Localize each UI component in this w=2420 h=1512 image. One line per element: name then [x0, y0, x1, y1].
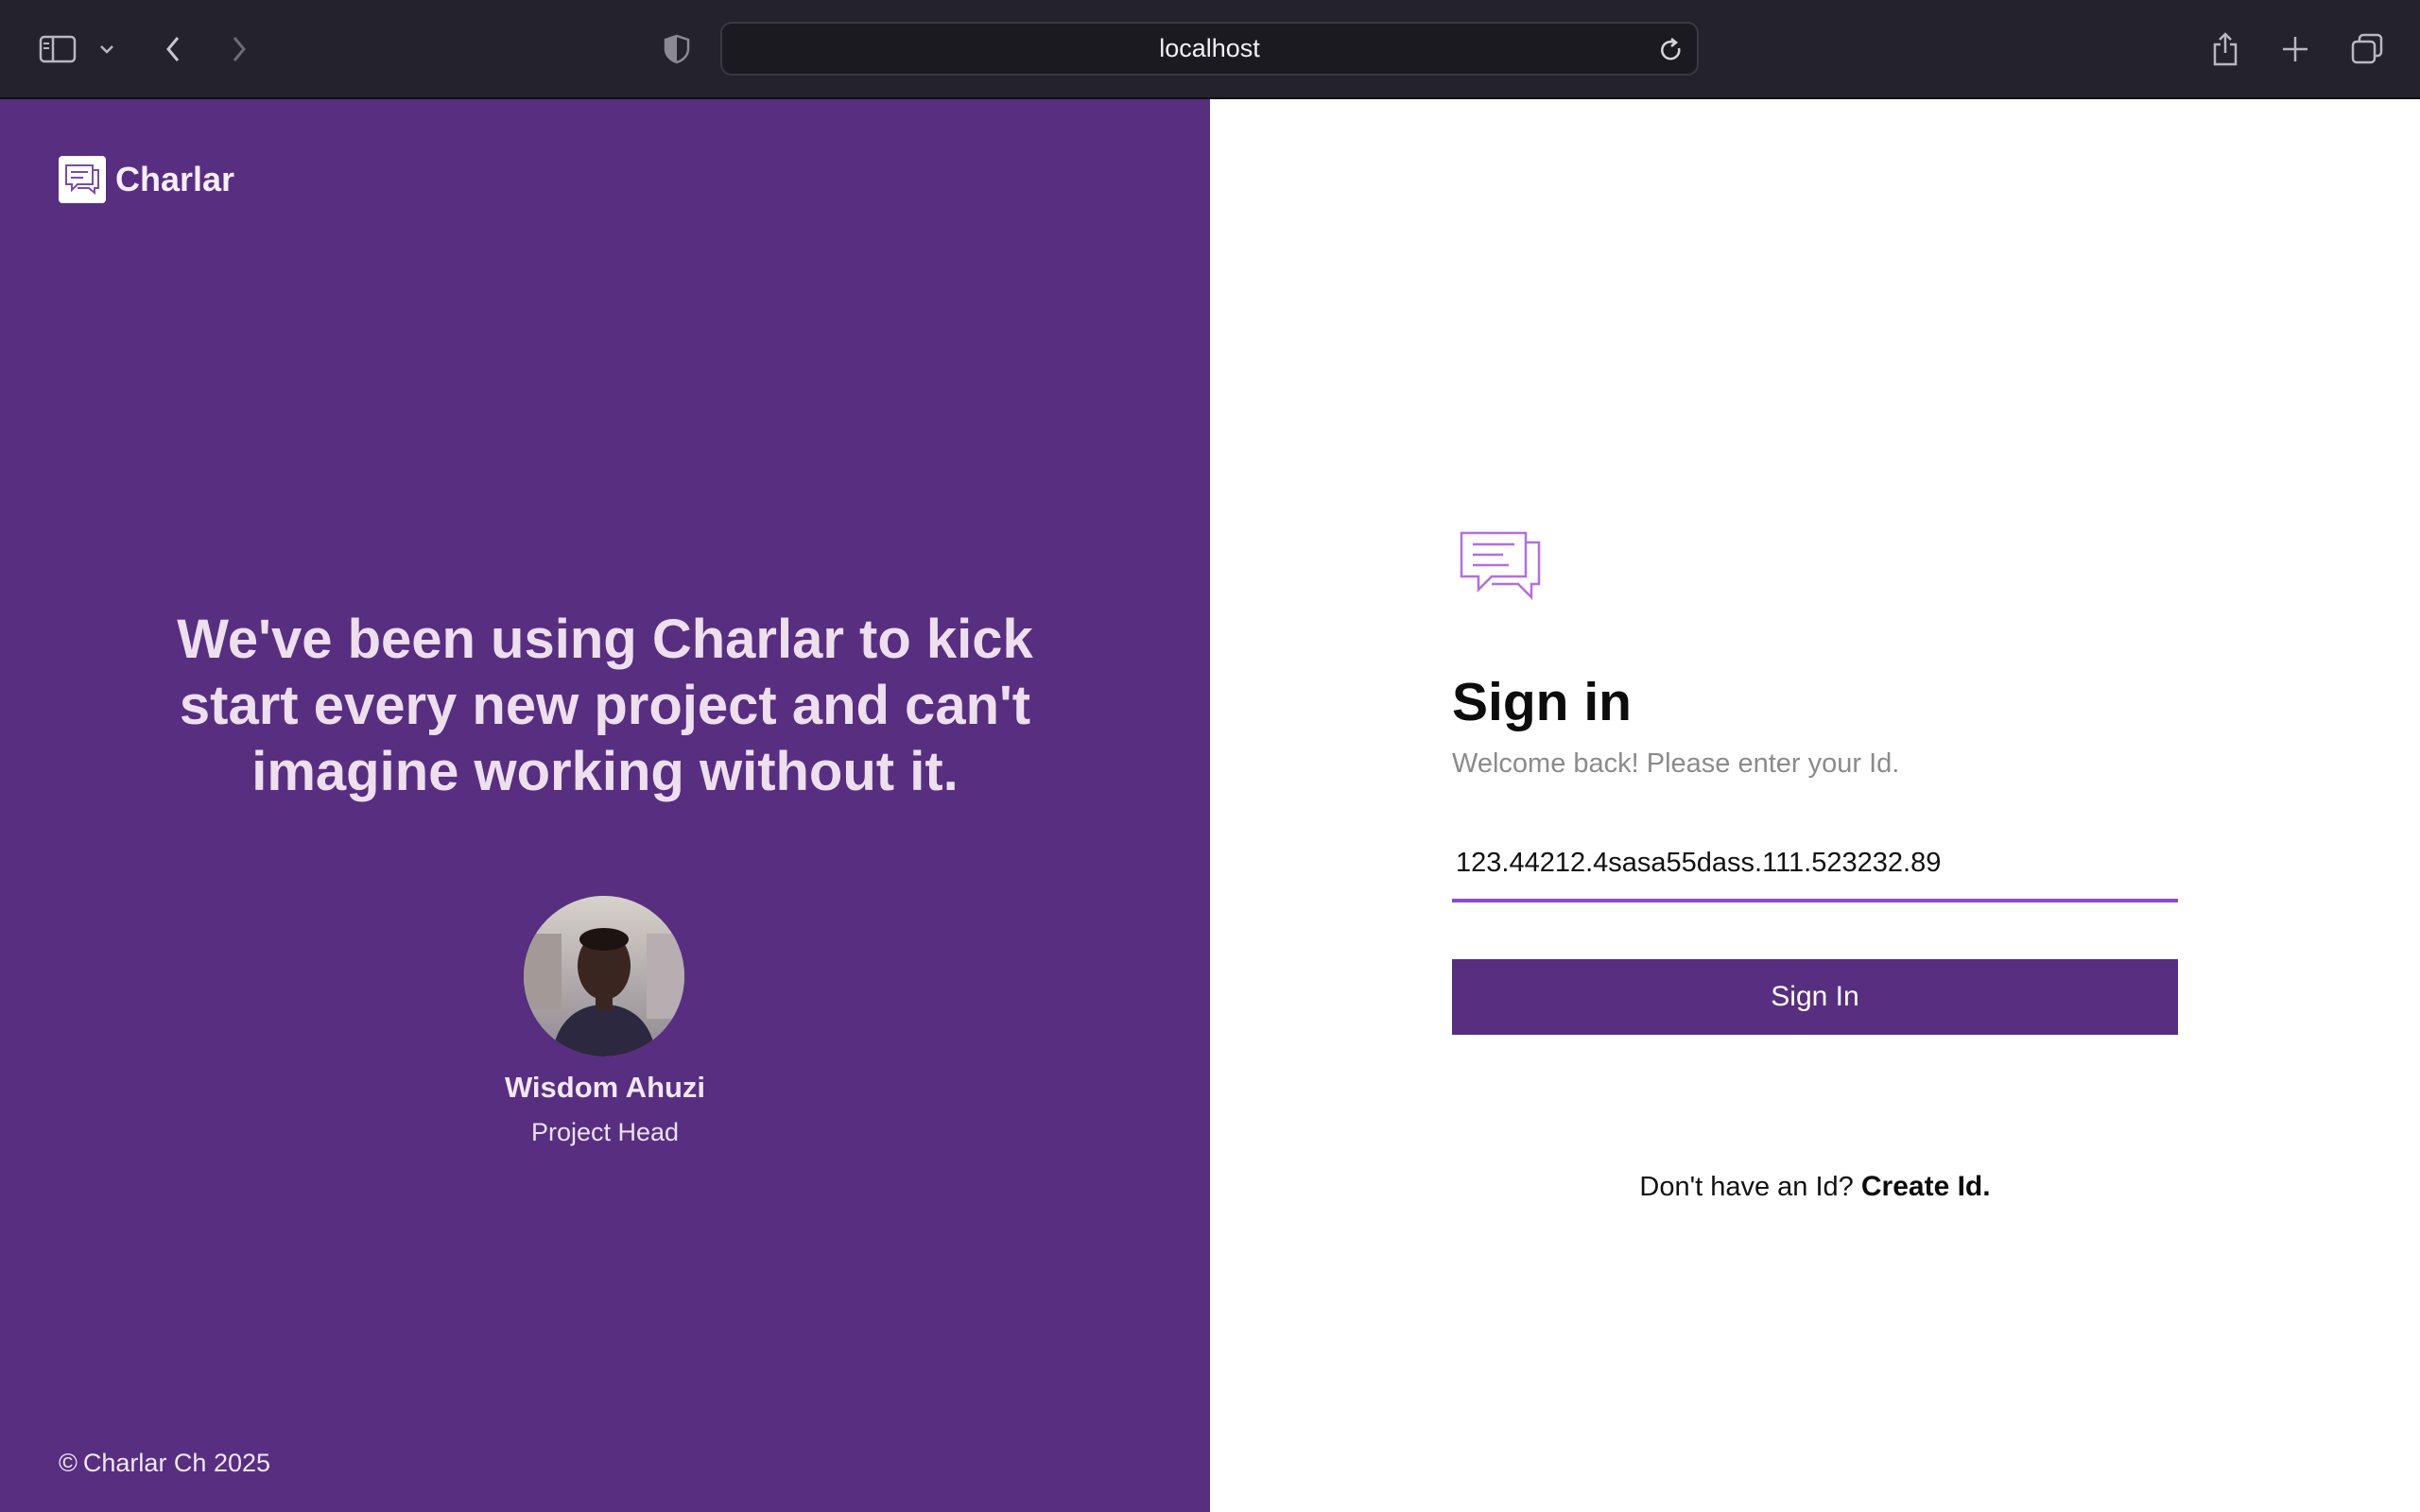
plus-icon[interactable]: [2276, 23, 2314, 76]
reload-icon[interactable]: [1657, 36, 1685, 64]
avatar: [524, 896, 684, 1057]
chat-bubbles-icon: [59, 156, 106, 203]
copyright-footer: © Charlar Ch 2025: [59, 1449, 270, 1478]
brand-name: Charlar: [115, 160, 235, 198]
chevron-right-icon[interactable]: [223, 23, 255, 76]
testimonial-author-role: Project Head: [530, 1118, 680, 1146]
tabs-icon[interactable]: [2348, 23, 2386, 76]
copyright-icon: ©: [59, 1449, 78, 1477]
testimonial-quote: We've been using Charlar to kick start e…: [177, 609, 1033, 802]
brand[interactable]: Charlar: [59, 156, 234, 203]
signin-subtitle: Welcome back! Please enter your Id.: [1452, 748, 1900, 779]
id-input[interactable]: [1452, 827, 2178, 902]
sign-in-button[interactable]: Sign In: [1452, 959, 2178, 1035]
url-text: localhost: [1159, 34, 1260, 62]
chevron-left-icon[interactable]: [157, 23, 189, 76]
share-icon[interactable]: [2208, 23, 2242, 76]
chevron-down-icon[interactable]: [95, 23, 119, 76]
testimonial-panel: Charlar We've been using Charlar to kick…: [0, 99, 1210, 1512]
create-id-row: Don't have an Id? Create Id.: [1452, 1171, 2178, 1203]
sidebar-icon[interactable]: [36, 23, 79, 76]
page-title: Sign in: [1452, 672, 1632, 732]
browser-toolbar: localhost: [0, 0, 2420, 99]
address-bar[interactable]: localhost: [720, 22, 1699, 76]
testimonial-author-name: Wisdom Ahuzi: [504, 1071, 706, 1104]
no-account-text: Don't have an Id?: [1639, 1172, 1854, 1202]
shield-icon[interactable]: [662, 23, 692, 76]
copyright-text: Charlar Ch 2025: [82, 1449, 271, 1477]
create-id-link[interactable]: Create Id.: [1861, 1171, 1991, 1202]
chat-bubbles-icon: [1458, 529, 1545, 607]
signin-panel: Sign in Welcome back! Please enter your …: [1210, 99, 2420, 1512]
